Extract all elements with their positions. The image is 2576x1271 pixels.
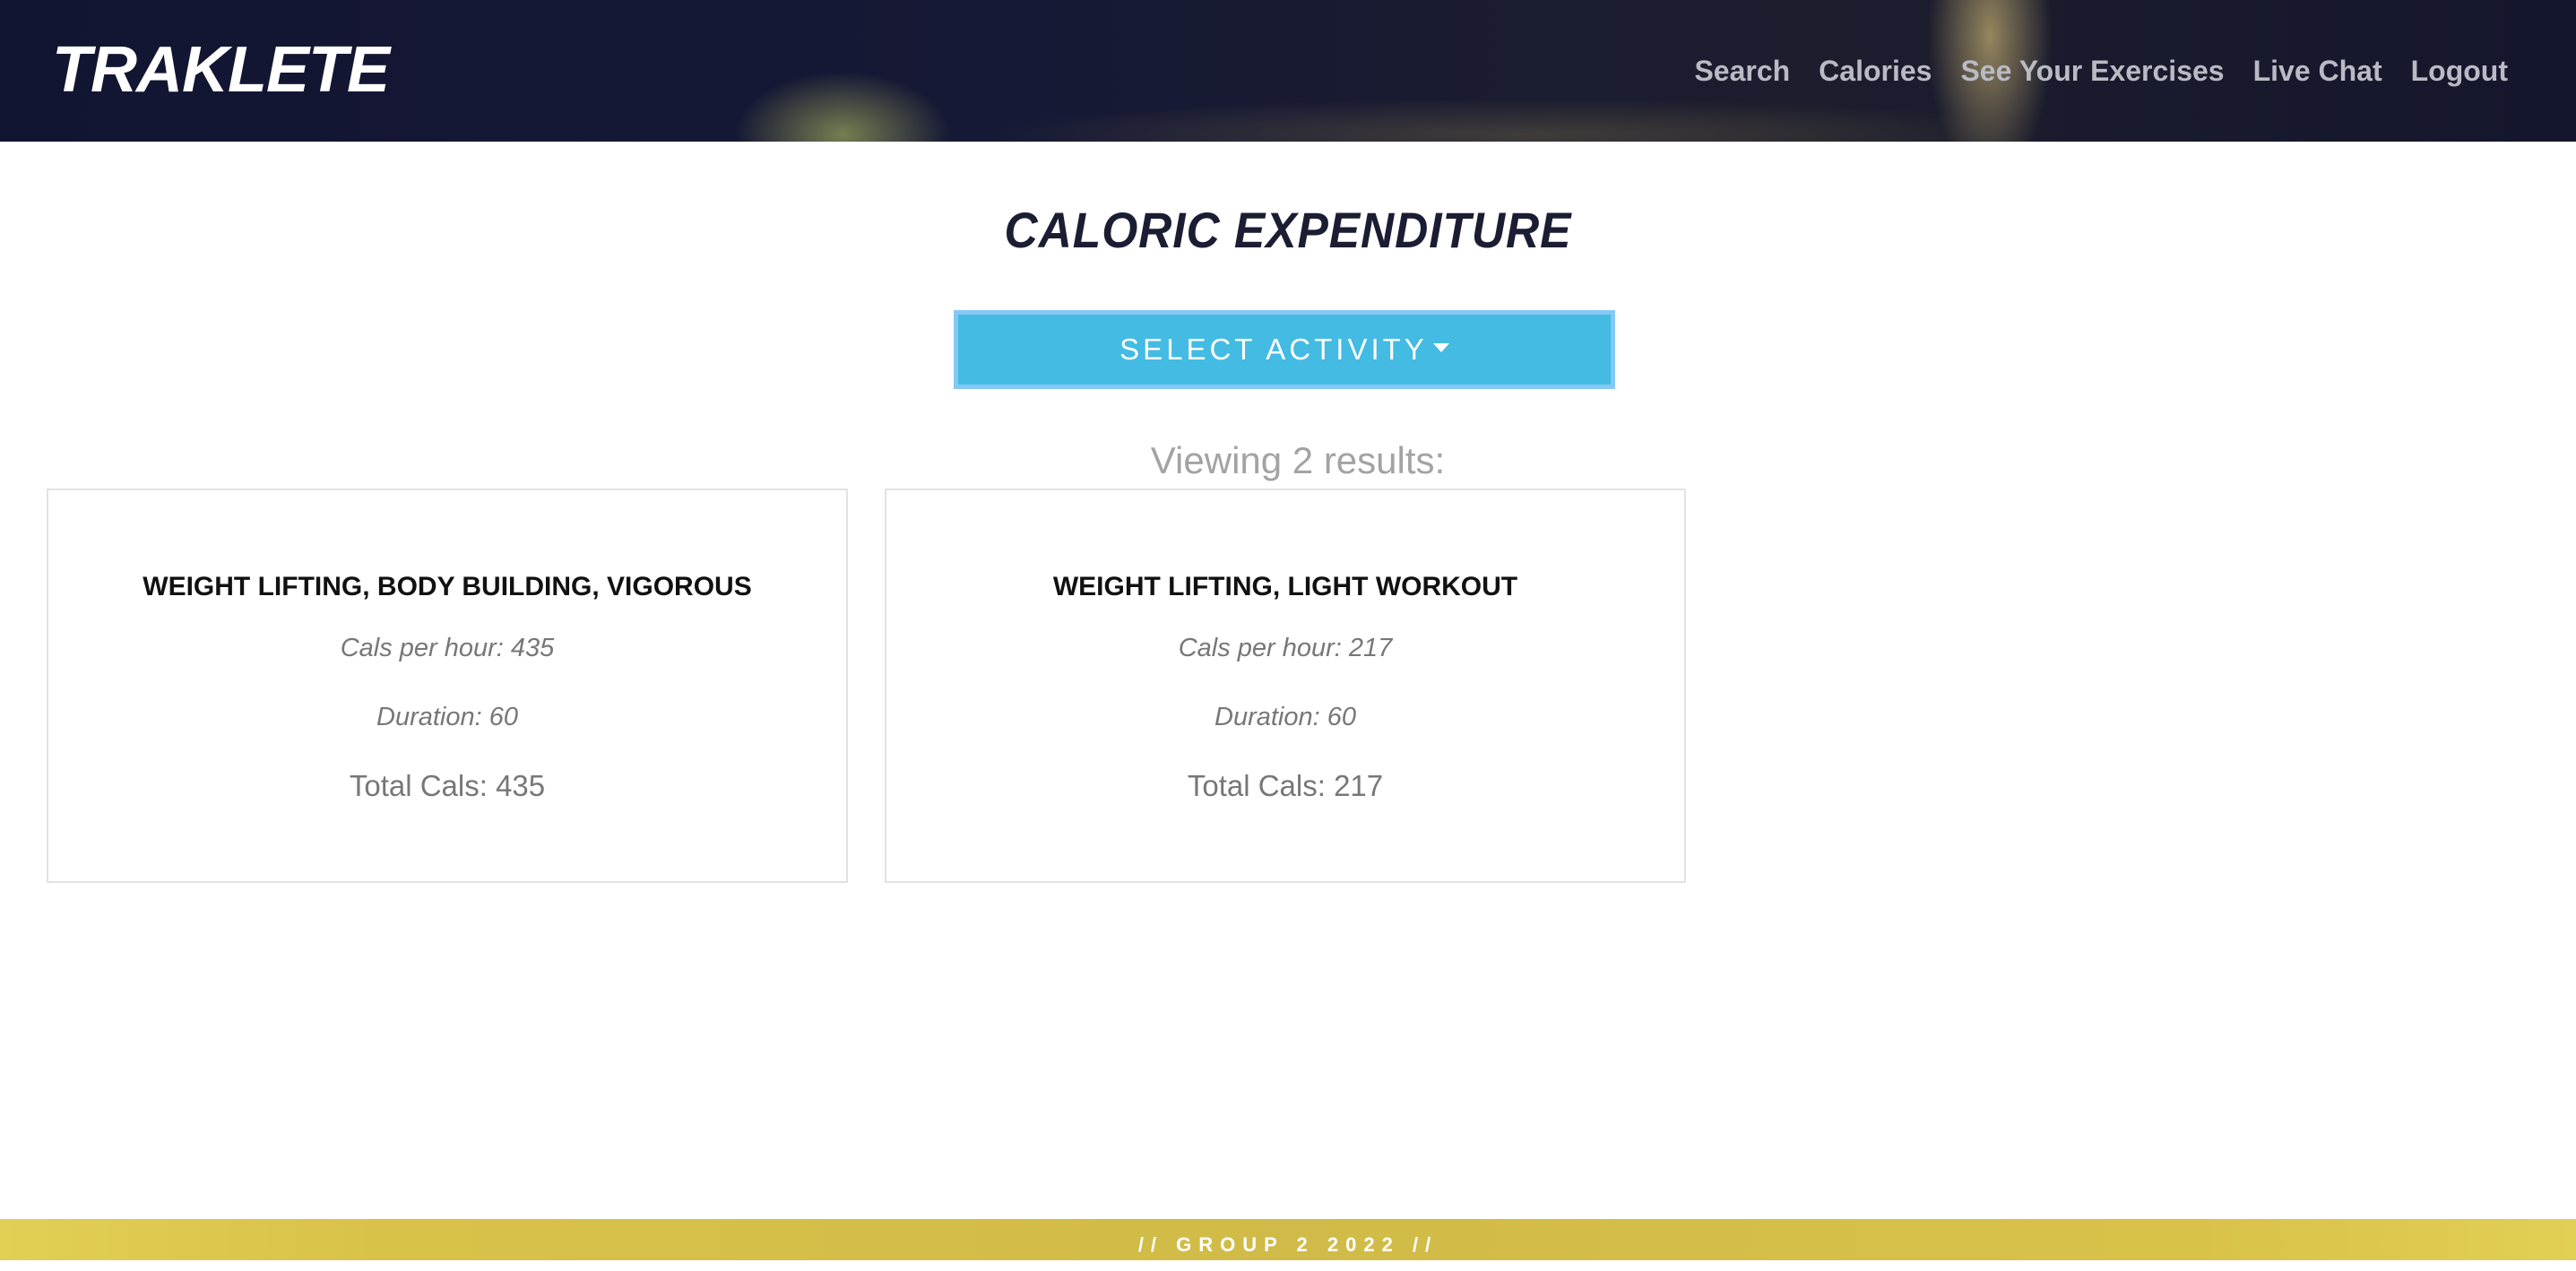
nav-live-chat-link[interactable]: Live Chat	[2253, 47, 2382, 95]
page-title: CALORIC EXPENDITURE	[1004, 202, 1572, 258]
card-title: WEIGHT LIFTING, BODY BUILDING, VIGOROUS	[143, 572, 752, 601]
brand-logo[interactable]: TRAKLETE	[52, 25, 390, 115]
nav-logout-link[interactable]: Logout	[2411, 47, 2508, 95]
nav-links: Search Calories See Your Exercises Live …	[1694, 47, 2508, 95]
card-title: WEIGHT LIFTING, LIGHT WORKOUT	[1052, 572, 1518, 601]
results-count: Viewing 2 results:	[1150, 439, 1446, 481]
nav-exercises-link[interactable]: See Your Exercises	[1960, 47, 2224, 95]
total-cals: Total Cals: 217	[1187, 769, 1384, 802]
duration: Duration: 60	[376, 703, 518, 731]
footer-text: // GROUP 2 2022 //	[1137, 1233, 1439, 1256]
activity-card: WEIGHT LIFTING, BODY BUILDING, VIGOROUS …	[47, 489, 848, 883]
nav-calories-link[interactable]: Calories	[1819, 47, 1932, 95]
cals-per-hour: Cals per hour: 435	[340, 634, 555, 662]
top-navbar: TRAKLETE Search Calories See Your Exerci…	[0, 0, 2576, 142]
cals-per-hour: Cals per hour: 217	[1178, 634, 1393, 662]
caret-down-icon	[1432, 343, 1449, 352]
activity-card: WEIGHT LIFTING, LIGHT WORKOUT Cals per h…	[885, 489, 1686, 883]
select-activity-button[interactable]: SELECT ACTIVITY	[954, 310, 1615, 389]
total-cals: Total Cals: 435	[349, 769, 546, 802]
select-activity-label: SELECT ACTIVITY	[1119, 333, 1428, 366]
footer: // GROUP 2 2022 //	[0, 1219, 2576, 1260]
nav-search-link[interactable]: Search	[1694, 47, 1790, 95]
duration: Duration: 60	[1215, 703, 1356, 731]
